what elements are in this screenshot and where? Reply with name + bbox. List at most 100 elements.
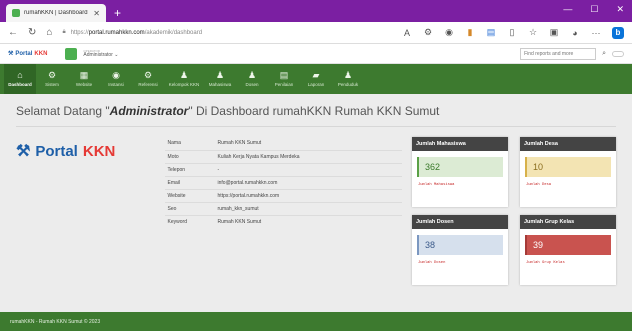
main-menu: ⌂ Dashboard ⚙ Sistem ▦ Website ◉ Instansi ⚙ Refer… [0, 64, 632, 94]
book-icon: ▰ [312, 70, 320, 80]
extension-icon[interactable]: ▮ [465, 27, 475, 38]
info-key: Keyword [164, 214, 215, 228]
menu-item-label: Dosen [245, 82, 259, 87]
minimize-icon[interactable]: — [563, 4, 572, 15]
info-row: Website https://portal.rumahkkn.com [164, 188, 402, 202]
gears-icon: ⚙ [143, 70, 153, 80]
bing-icon[interactable]: b [612, 26, 624, 39]
search-box: ⌕ [520, 47, 624, 60]
group-icon: ♟ [343, 70, 353, 80]
group-icon: ♟ [247, 70, 257, 80]
stat-card: Jumlah Dosen 38 Jumlah Dosen [412, 215, 508, 285]
refresh-icon[interactable]: ↻ [28, 27, 36, 38]
profile-info-table: Nama Rumah KKN Sumut Moto Kuliah Kerja Nyat… [164, 137, 402, 285]
info-key: Telepon [164, 162, 215, 176]
menu-item-label: Laporan [307, 82, 325, 87]
menu-item-penduduk[interactable]: ♟ Penduduk [332, 64, 364, 94]
stat-value: 38 [417, 235, 503, 255]
main-content: Selamat Datang "Administrator" Di Dashbo… [0, 94, 632, 285]
extension-icon[interactable]: ◉ [444, 27, 454, 38]
menu-item-instansi[interactable]: ◉ Instansi [100, 64, 132, 94]
home-icon[interactable]: ⌂ [46, 27, 52, 38]
logo-kkn: KKN [34, 50, 48, 57]
user-menu[interactable]: OPERATOR Administrator ⌄ [65, 47, 119, 60]
url-prefix: https:// [70, 29, 89, 36]
menu-item-website[interactable]: ▦ Website [68, 64, 100, 94]
app-logo[interactable]: ⚒ Portal KKN [8, 50, 48, 58]
menu-item-referensi[interactable]: ⚙ Referensi [132, 64, 164, 94]
menu-item-penilaian[interactable]: ▤ Penilaian [268, 64, 300, 94]
url-field[interactable]: 🔒︎ https://portal.rumahkkn.com/akademik/… [62, 29, 202, 36]
portal-kkn-logo: ⚒ Portal KKN [16, 142, 116, 161]
menu-item-label: Instansi [108, 82, 124, 87]
extension-icon[interactable]: ⚙ [423, 27, 433, 38]
theme-toggle[interactable] [612, 50, 624, 57]
new-tab-button[interactable]: + [114, 4, 121, 22]
table-icon: ▤ [279, 70, 289, 80]
menu-item-sistem[interactable]: ⚙ Sistem [36, 64, 68, 94]
info-key: Moto [164, 149, 215, 163]
menu-item-kelompok-kkn[interactable]: ♟ Kelompok KKN [164, 64, 204, 94]
info-value: Kuliah Kerja Nyata Kampus Merdeka [214, 149, 402, 163]
lock-icon: 🔒︎ [62, 29, 66, 35]
info-value: Rumah KKN Sumut [214, 214, 402, 228]
info-value: https://portal.rumahkkn.com [214, 188, 402, 202]
menu-item-label: Website [75, 82, 93, 87]
info-row: Keyword Rumah KKN Sumut [164, 214, 402, 228]
info-row: Nama Rumah KKN Sumut [165, 137, 402, 150]
stat-card: Jumlah Mahasiswa 362 Jumlah Mahasiswa [412, 137, 508, 207]
info-key: Seo [164, 201, 215, 215]
stat-label: Jumlah Mahasiswa [418, 183, 455, 187]
more-icon[interactable]: ··· [591, 28, 601, 38]
favicon-icon [12, 9, 20, 17]
extension-icon[interactable]: ▤ [486, 27, 496, 38]
info-row: Telepon - [164, 162, 402, 176]
brand-panel: ⚒ Portal KKN [16, 137, 155, 285]
menu-item-dashboard[interactable]: ⌂ Dashboard [4, 64, 36, 94]
back-icon[interactable]: ← [8, 27, 18, 38]
info-value: - [214, 162, 402, 176]
window-controls: — ☐ ✕ [563, 4, 624, 15]
info-value: rumah_kkn_sumut [214, 201, 402, 215]
stat-value: 362 [417, 157, 503, 177]
maximize-icon[interactable]: ☐ [590, 4, 598, 15]
search-input[interactable] [520, 47, 597, 60]
stat-label: Jumlah Grup Kelas [526, 261, 565, 265]
menu-item-label: Penilaian [274, 82, 294, 87]
browser-toolbar: A ⚙ ◉ ▮ ▤ ▯ ☆ ▣ ◕ ··· b [402, 26, 624, 39]
logo-mark-icon: ⚒ [8, 51, 14, 57]
menu-item-mahasiswa[interactable]: ♟ Mahasiswa [204, 64, 236, 94]
user-name: Administrator ⌄ [83, 51, 119, 58]
profile-icon[interactable]: ◕ [570, 28, 580, 38]
read-aloud-icon[interactable]: A [402, 28, 412, 38]
menu-item-dosen[interactable]: ♟ Dosen [236, 64, 268, 94]
favorites-icon[interactable]: ☆ [528, 27, 538, 38]
info-row: Email info@portal.rumahkkn.com [164, 175, 402, 189]
stat-title: Jumlah Desa [520, 137, 616, 151]
footer: rumahKKN - Rumah KKN Sumut © 2023 [0, 312, 632, 331]
browser-tab[interactable]: rumahKKN | Dashboard ✕ [6, 4, 106, 22]
menu-item-label: Mahasiswa [208, 82, 232, 87]
info-row: Moto Kuliah Kerja Nyata Kampus Merdeka [164, 149, 402, 163]
search-icon[interactable]: ⌕ [602, 50, 606, 58]
stat-title: Jumlah Grup Kelas [520, 215, 616, 229]
close-window-icon[interactable]: ✕ [616, 4, 624, 15]
address-bar: ← ↻ ⌂ 🔒︎ https://portal.rumahkkn.com/aka… [0, 22, 632, 44]
collections-icon[interactable]: ▣ [549, 27, 559, 38]
stat-card: Jumlah Grup Kelas 39 Jumlah Grup Kelas [520, 215, 616, 285]
stat-label: Jumlah Desa [526, 183, 552, 187]
stat-value: 39 [525, 235, 611, 255]
split-screen-icon[interactable]: ▯ [507, 27, 517, 38]
avatar [65, 47, 78, 60]
menu-item-laporan[interactable]: ▰ Laporan [300, 64, 332, 94]
info-row: Seo rumah_kkn_sumut [164, 201, 402, 215]
menu-item-label: Kelompok KKN [168, 82, 200, 87]
group-icon: ♟ [179, 70, 189, 80]
info-value: info@portal.rumahkkn.com [214, 175, 402, 189]
info-key: Nama [167, 140, 181, 147]
logo-portal: Portal [15, 50, 33, 57]
chart-icon: ▦ [79, 70, 89, 80]
app-header: ⚒ Portal KKN OPERATOR Administrator ⌄ ⌕ [0, 44, 632, 64]
stat-label: Jumlah Dosen [418, 261, 446, 265]
close-tab-icon[interactable]: ✕ [93, 9, 100, 18]
